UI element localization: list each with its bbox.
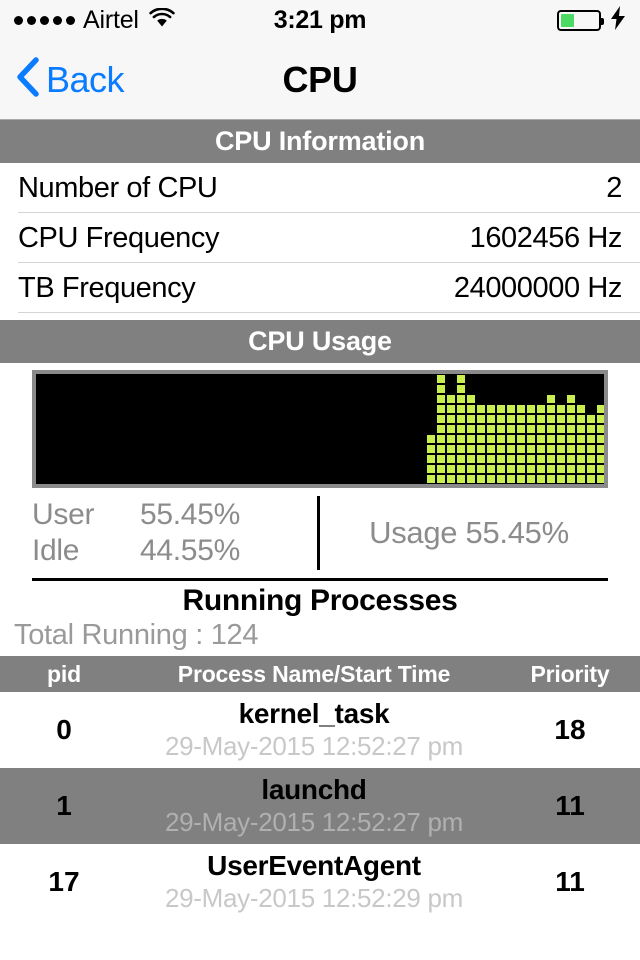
graph-column xyxy=(457,375,465,483)
info-label: TB Frequency xyxy=(18,271,196,304)
graph-column xyxy=(567,395,575,483)
section-spacer xyxy=(0,313,640,320)
cpu-usage-graph xyxy=(32,370,608,488)
total-usage-label: Usage 55.45% xyxy=(369,515,569,550)
stats-divider xyxy=(317,496,320,570)
graph-column xyxy=(427,435,435,483)
column-header-process: Process Name/Start Time xyxy=(177,660,451,687)
graph-column xyxy=(557,405,565,483)
battery-icon xyxy=(557,9,604,31)
info-row-number-of-cpu: Number of CPU 2 xyxy=(0,163,640,213)
info-label: CPU Frequency xyxy=(18,221,220,254)
graph-column xyxy=(547,395,555,483)
process-pid: 1 xyxy=(56,790,72,821)
process-start-time: 29-May-2015 12:52:27 pm xyxy=(164,731,464,761)
cpu-usage-stats: User 55.45% Idle 44.55% Usage 55.45% xyxy=(0,488,640,578)
process-table-header: pid Process Name/Start Time Priority xyxy=(0,656,640,692)
graph-column xyxy=(447,395,455,483)
process-name: UserEventAgent xyxy=(207,850,421,881)
info-row-tb-frequency: TB Frequency 24000000 Hz xyxy=(0,263,640,313)
process-priority: 11 xyxy=(555,866,585,897)
user-stat-row: User 55.45% xyxy=(32,498,317,532)
info-value: 24000000 Hz xyxy=(453,271,623,304)
total-usage-container: Usage 55.45% xyxy=(330,515,608,551)
idle-stat-row: Idle 44.55% xyxy=(32,534,317,568)
info-label: Number of CPU xyxy=(18,171,218,204)
process-details: launchd 29-May-2015 12:52:27 pm xyxy=(128,774,500,838)
process-priority: 18 xyxy=(554,714,586,745)
process-priority: 11 xyxy=(555,790,585,821)
table-row[interactable]: 0 kernel_task 29-May-2015 12:52:27 pm 18 xyxy=(0,692,640,768)
graph-column xyxy=(497,405,505,483)
graph-column xyxy=(597,405,604,483)
idle-value: 44.55% xyxy=(140,534,240,567)
process-details: kernel_task 29-May-2015 12:52:27 pm xyxy=(128,698,500,762)
process-start-time: 29-May-2015 12:52:29 pm xyxy=(164,883,464,913)
status-bar-clock: 3:21 pm xyxy=(273,5,367,34)
idle-label: Idle xyxy=(32,534,80,567)
navigation-bar: Back CPU xyxy=(0,40,640,120)
back-button-label: Back xyxy=(46,58,125,100)
process-details: UserEventAgent 29-May-2015 12:52:29 pm xyxy=(128,850,500,914)
cpu-usage-header: CPU Usage xyxy=(0,320,640,363)
graph-column xyxy=(537,405,545,483)
graph-column xyxy=(477,405,485,483)
status-bar-right xyxy=(557,5,626,35)
table-row[interactable]: 17 UserEventAgent 29-May-2015 12:52:29 p… xyxy=(0,844,640,920)
graph-column xyxy=(437,375,445,483)
graph-column xyxy=(467,395,475,483)
info-value: 2 xyxy=(606,171,622,204)
graph-column xyxy=(527,405,535,483)
graph-column xyxy=(577,405,585,483)
info-value: 1602456 Hz xyxy=(469,221,623,254)
cpu-screen: Airtel 3:21 pm Back CPU CPU Information … xyxy=(0,0,640,960)
graph-column xyxy=(607,395,608,483)
process-pid: 0 xyxy=(56,714,72,745)
info-row-cpu-frequency: CPU Frequency 1602456 Hz xyxy=(0,213,640,263)
user-label: User xyxy=(32,498,95,531)
process-name: launchd xyxy=(261,774,367,805)
process-name: kernel_task xyxy=(238,698,390,729)
total-running-label: Total Running : 124 xyxy=(14,619,259,651)
cpu-usage-breakdown: User 55.45% Idle 44.55% xyxy=(32,498,317,568)
lightning-bolt-icon xyxy=(610,5,626,35)
graph-column xyxy=(587,415,595,483)
column-header-pid: pid xyxy=(47,660,81,687)
status-bar: Airtel 3:21 pm xyxy=(0,0,640,40)
graph-column xyxy=(487,405,495,483)
graph-column xyxy=(517,405,525,483)
graph-column xyxy=(507,405,515,483)
chevron-left-icon xyxy=(14,56,40,103)
cpu-information-header: CPU Information xyxy=(0,120,640,163)
column-header-priority: Priority xyxy=(530,660,610,687)
process-start-time: 29-May-2015 12:52:27 pm xyxy=(164,807,464,837)
user-value: 55.45% xyxy=(140,498,240,531)
cpu-usage-graph-container xyxy=(0,363,640,488)
process-pid: 17 xyxy=(48,866,80,897)
table-row[interactable]: 1 launchd 29-May-2015 12:52:27 pm 11 xyxy=(0,768,640,844)
running-processes-title: Running Processes xyxy=(182,584,458,617)
back-button[interactable]: Back xyxy=(0,56,125,103)
